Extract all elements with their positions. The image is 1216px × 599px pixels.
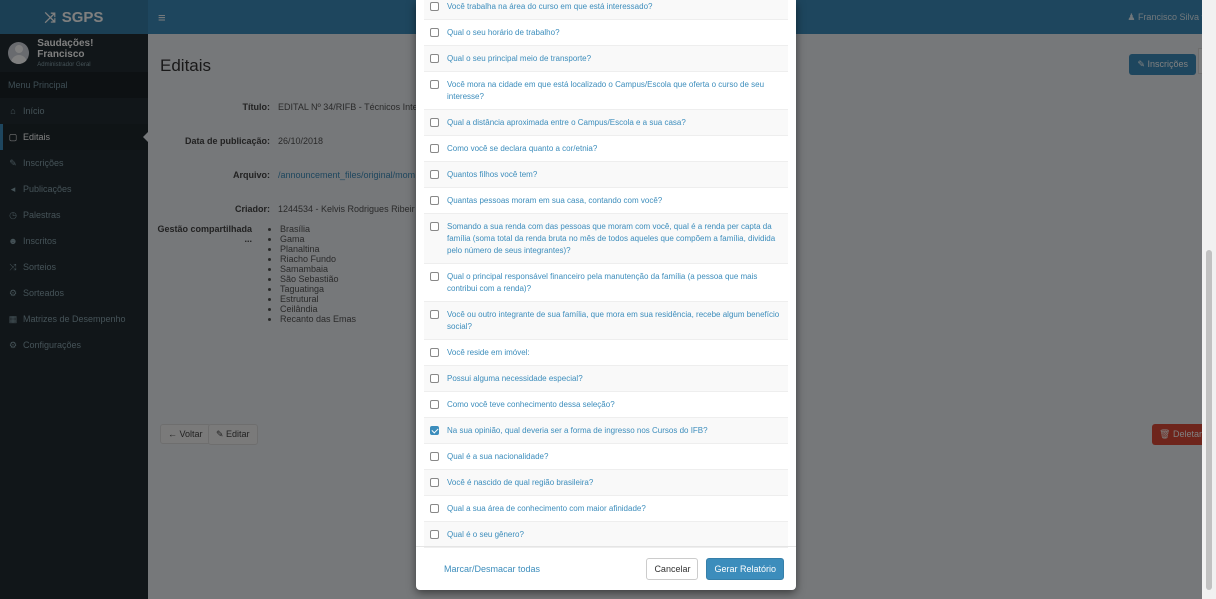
question-checkbox[interactable]	[430, 196, 439, 205]
question-row[interactable]: Qual o principal responsável financeiro …	[424, 264, 788, 302]
question-row[interactable]: Na sua opinião, qual deveria ser a forma…	[424, 418, 788, 444]
question-checkbox[interactable]	[430, 374, 439, 383]
question-row[interactable]: Somando a sua renda com das pessoas que …	[424, 214, 788, 264]
scrollbar-thumb[interactable]	[1206, 250, 1212, 590]
question-label[interactable]: Qual o principal responsável financeiro …	[447, 271, 782, 295]
question-label[interactable]: Você é nascido de qual região brasileira…	[447, 477, 593, 489]
modal-footer: Marcar/Desmacar todas Cancelar Gerar Rel…	[416, 546, 796, 590]
question-label[interactable]: Quantas pessoas moram em sua casa, conta…	[447, 195, 662, 207]
question-checkbox[interactable]	[430, 272, 439, 281]
question-label[interactable]: Qual é o seu gênero?	[447, 529, 524, 541]
page-scrollbar[interactable]	[1202, 0, 1216, 599]
question-row[interactable]: Qual é a sua nacionalidade?	[424, 444, 788, 470]
question-label[interactable]: Qual o seu horário de trabalho?	[447, 27, 560, 39]
question-checkbox[interactable]	[430, 348, 439, 357]
question-checkbox[interactable]	[430, 452, 439, 461]
question-checkbox[interactable]	[430, 310, 439, 319]
question-label[interactable]: Você reside em imóvel:	[447, 347, 530, 359]
question-label[interactable]: Quantos filhos você tem?	[447, 169, 537, 181]
question-label[interactable]: Possui alguma necessidade especial?	[447, 373, 583, 385]
question-label[interactable]: Qual a distância aproximada entre o Camp…	[447, 117, 686, 129]
generate-report-button[interactable]: Gerar Relatório	[706, 557, 784, 580]
question-label[interactable]: Como você se declara quanto a cor/etnia?	[447, 143, 597, 155]
question-label[interactable]: Você mora na cidade em que está localiza…	[447, 79, 782, 103]
question-label[interactable]: Como você teve conhecimento dessa seleçã…	[447, 399, 615, 411]
question-checkbox[interactable]	[430, 504, 439, 513]
question-row[interactable]: Como você teve conhecimento dessa seleçã…	[424, 392, 788, 418]
question-row[interactable]: Quantas pessoas moram em sua casa, conta…	[424, 188, 788, 214]
toggle-all-link[interactable]: Marcar/Desmacar todas	[444, 564, 646, 574]
question-checkbox[interactable]	[430, 80, 439, 89]
question-row[interactable]: Como você se declara quanto a cor/etnia?	[424, 136, 788, 162]
question-row[interactable]: Possui alguma necessidade especial?	[424, 366, 788, 392]
question-checkbox[interactable]	[430, 28, 439, 37]
question-list: Você trabalha na área do curso em que es…	[424, 0, 788, 548]
report-modal: Você trabalha na área do curso em que es…	[416, 0, 796, 590]
question-row[interactable]: Você trabalha na área do curso em que es…	[424, 0, 788, 20]
question-label[interactable]: Somando a sua renda com das pessoas que …	[447, 221, 782, 257]
question-checkbox[interactable]	[430, 530, 439, 539]
question-label[interactable]: Qual o seu principal meio de transporte?	[447, 53, 591, 65]
question-row[interactable]: Você ou outro integrante de sua família,…	[424, 302, 788, 340]
question-row[interactable]: Você reside em imóvel:	[424, 340, 788, 366]
question-checkbox[interactable]	[430, 170, 439, 179]
question-row[interactable]: Qual a distância aproximada entre o Camp…	[424, 110, 788, 136]
question-checkbox[interactable]	[430, 118, 439, 127]
question-row[interactable]: Qual a sua área de conhecimento com maio…	[424, 496, 788, 522]
question-checkbox[interactable]	[430, 54, 439, 63]
question-checkbox[interactable]	[430, 144, 439, 153]
question-label[interactable]: Você trabalha na área do curso em que es…	[447, 1, 652, 13]
question-row[interactable]: Você mora na cidade em que está localiza…	[424, 72, 788, 110]
question-label[interactable]: Você ou outro integrante de sua família,…	[447, 309, 782, 333]
question-checkbox[interactable]	[430, 478, 439, 487]
question-row[interactable]: Você é nascido de qual região brasileira…	[424, 470, 788, 496]
question-checkbox[interactable]	[430, 400, 439, 409]
question-row[interactable]: Quantos filhos você tem?	[424, 162, 788, 188]
question-row[interactable]: Qual o seu principal meio de transporte?	[424, 46, 788, 72]
question-row[interactable]: Qual é o seu gênero?	[424, 522, 788, 548]
question-checkbox[interactable]	[430, 2, 439, 11]
question-label[interactable]: Qual a sua área de conhecimento com maio…	[447, 503, 646, 515]
question-label[interactable]: Qual é a sua nacionalidade?	[447, 451, 548, 463]
question-row[interactable]: Qual o seu horário de trabalho?	[424, 20, 788, 46]
question-checkbox[interactable]	[430, 222, 439, 231]
question-label[interactable]: Na sua opinião, qual deveria ser a forma…	[447, 425, 708, 437]
question-checkbox[interactable]	[430, 426, 439, 435]
cancel-button[interactable]: Cancelar	[646, 557, 699, 580]
